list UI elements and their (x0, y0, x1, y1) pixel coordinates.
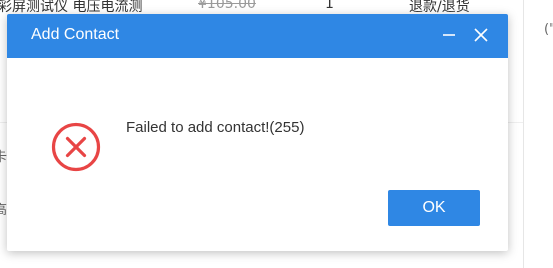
panel-divider (523, 0, 524, 268)
row-divider-right (508, 122, 523, 123)
dialog-title: Add Contact (31, 26, 120, 43)
dialog-header: Add Contact (7, 14, 508, 58)
left-edge-char-1: 卡 (0, 150, 8, 165)
right-edge-text: (" (544, 22, 553, 37)
row-divider (0, 122, 7, 123)
minimize-button[interactable] (436, 22, 462, 48)
close-button[interactable] (468, 22, 494, 48)
error-icon (51, 122, 101, 172)
left-edge-char-2: 高 (0, 203, 8, 218)
add-contact-dialog: Add Contact Failed to add contact!(255) … (7, 14, 508, 251)
close-icon (474, 28, 488, 42)
ok-button[interactable]: OK (388, 190, 480, 226)
minimize-icon (443, 34, 455, 36)
product-quantity: 1 (325, 0, 334, 12)
product-original-price: ¥105.00 (198, 0, 256, 12)
error-message: Failed to add contact!(255) (126, 119, 305, 136)
